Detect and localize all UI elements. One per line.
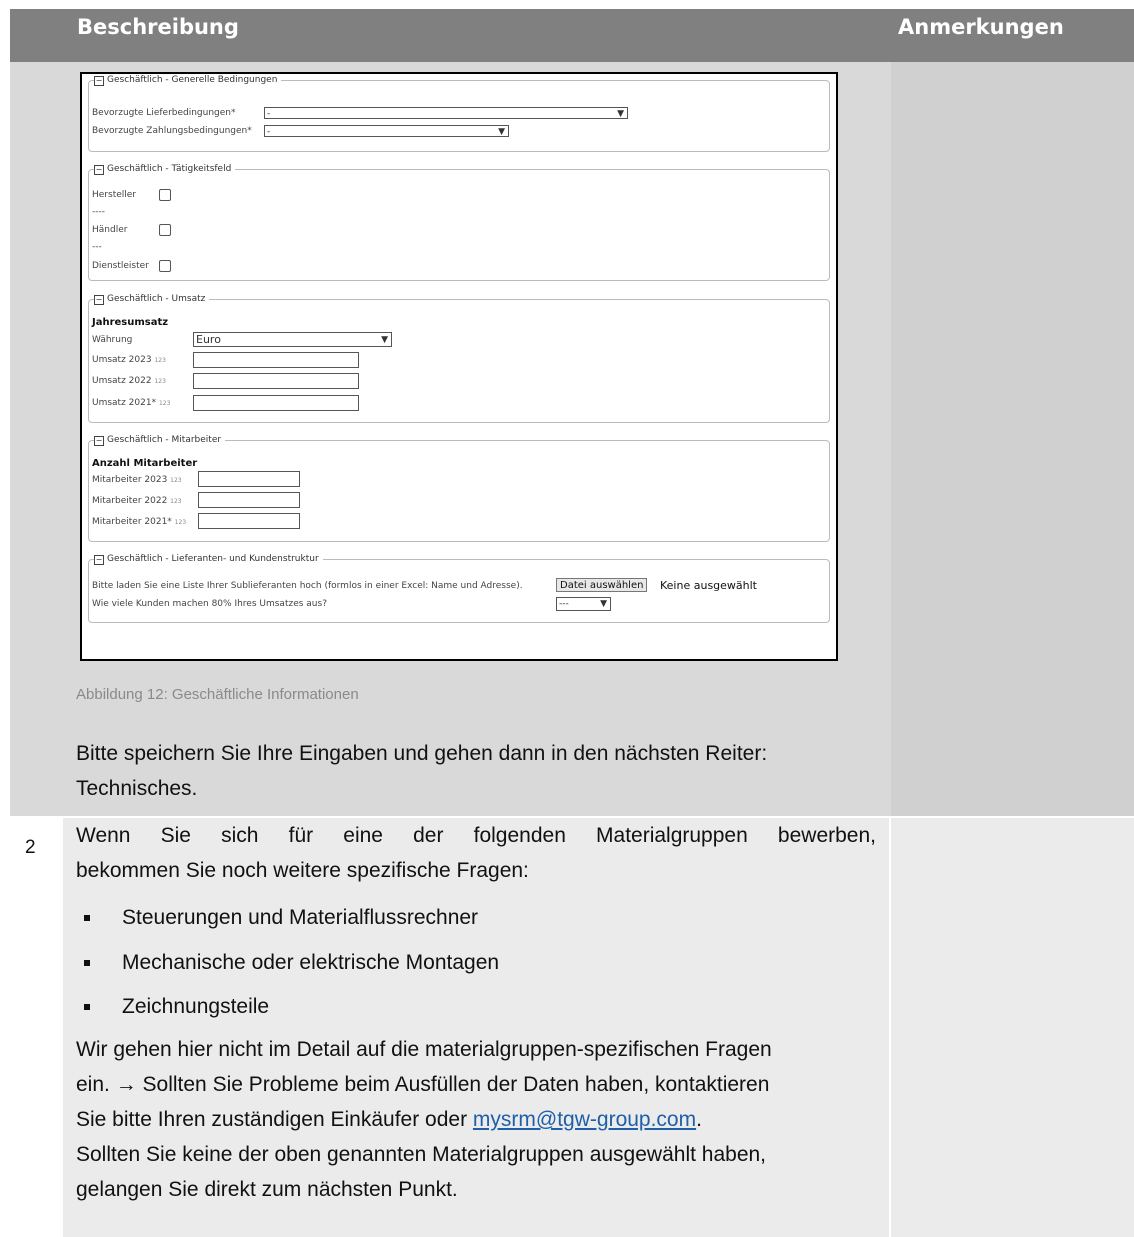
- manufacturer-checkbox[interactable]: [159, 189, 171, 201]
- revenue-2023-input[interactable]: [193, 352, 359, 368]
- service-provider-checkbox[interactable]: [159, 260, 171, 272]
- employees-2023-label: Mitarbeiter 2023 123: [92, 475, 182, 485]
- row2-intro-line-2: bekommen Sie noch weitere spezifische Fr…: [76, 859, 529, 882]
- collapse-icon[interactable]: −: [94, 295, 104, 305]
- separator-text: ----: [92, 207, 105, 217]
- collapse-icon[interactable]: −: [94, 76, 104, 86]
- payment-terms-label: Bevorzugte Zahlungsbedingungen*: [92, 126, 252, 136]
- revenue-2022-label: Umsatz 2022 123: [92, 376, 166, 386]
- row2-paragraph: Wir gehen hier nicht im Detail auf die m…: [76, 1032, 876, 1207]
- section-field-of-activity: [88, 169, 830, 281]
- customers-question: Wie viele Kunden machen 80% Ihres Umsatz…: [92, 599, 327, 609]
- revenue-2023-label: Umsatz 2023 123: [92, 355, 166, 365]
- file-status: Keine ausgewählt: [660, 579, 757, 592]
- list-item: Steuerungen und Materialflussrechner: [84, 906, 478, 930]
- customers-select[interactable]: --- ▼: [556, 597, 611, 611]
- separator-text: ---: [92, 242, 102, 252]
- row1-line-1: Bitte speichern Sie Ihre Eingaben und ge…: [76, 742, 768, 765]
- header-description: Beschreibung: [77, 15, 239, 39]
- row1-paragraph: Bitte speichern Sie Ihre Eingaben und ge…: [76, 736, 876, 806]
- row1-line-2: Technisches.: [76, 777, 198, 800]
- chevron-down-icon: ▼: [498, 127, 505, 137]
- employees-2022-label: Mitarbeiter 2022 123: [92, 496, 182, 506]
- annual-revenue-heading: Jahresumsatz: [92, 317, 169, 328]
- list-item: Zeichnungsteile: [84, 995, 269, 1019]
- row-notes-cell: [891, 62, 1134, 816]
- employees-2021-input[interactable]: [198, 513, 300, 529]
- section-legend: − Geschäftlich - Lieferanten- und Kundens…: [94, 554, 323, 565]
- header-notes: Anmerkungen: [898, 15, 1064, 39]
- section-legend: − Geschäftlich - Mitarbeiter: [94, 435, 226, 446]
- row-notes-cell: [891, 818, 1134, 1237]
- row2-intro-line-1: Wenn Sie sich für eine der folgenden Mat…: [76, 824, 876, 847]
- row-number: 2: [25, 837, 36, 858]
- collapse-icon[interactable]: −: [94, 165, 104, 175]
- service-provider-label: Dienstleister: [92, 261, 149, 271]
- bullet-icon: [84, 1004, 90, 1010]
- collapse-icon[interactable]: −: [94, 436, 104, 446]
- row2-intro: Wenn Sie sich für eine der folgenden Mat…: [76, 818, 876, 888]
- chevron-down-icon: ▼: [381, 335, 388, 345]
- employees-2021-label: Mitarbeiter 2021* 123: [92, 517, 187, 527]
- currency-select[interactable]: Euro ▼: [193, 332, 392, 347]
- row2-p2-line-3: Sie bitte Ihren zuständigen Einkäufer od…: [76, 1108, 702, 1131]
- business-info-screenshot: − Geschäftlich - Generelle Bedingungen Be…: [80, 72, 838, 661]
- delivery-terms-label: Bevorzugte Lieferbedingungen*: [92, 108, 236, 118]
- row2-p3-line-1: Sollten Sie keine der oben genannten Mat…: [76, 1143, 767, 1166]
- delivery-terms-select[interactable]: - ▼: [264, 107, 628, 119]
- section-legend: − Geschäftlich - Generelle Bedingungen: [94, 75, 282, 86]
- section-legend: − Geschäftlich - Umsatz: [94, 294, 210, 305]
- choose-file-button[interactable]: Datei auswählen: [556, 578, 648, 592]
- collapse-icon[interactable]: −: [94, 555, 104, 565]
- chevron-down-icon: ▼: [600, 599, 607, 609]
- revenue-2021-input[interactable]: [193, 395, 359, 411]
- currency-label: Währung: [92, 335, 133, 345]
- row2-p2-line-2: ein. → Sollten Sie Probleme beim Ausfüll…: [76, 1073, 770, 1096]
- employee-count-heading: Anzahl Mitarbeiter: [92, 458, 198, 469]
- payment-terms-select[interactable]: - ▼: [264, 125, 509, 137]
- row2-p3-line-2: gelangen Sie direkt zum nächsten Punkt.: [76, 1178, 458, 1201]
- figure-caption: Abbildung 12: Geschäftliche Informatione…: [76, 686, 359, 703]
- row-number-cell: [10, 818, 61, 1237]
- bullet-icon: [84, 960, 90, 966]
- section-legend: − Geschäftlich - Tätigkeitsfeld: [94, 164, 236, 175]
- employees-2022-input[interactable]: [198, 492, 300, 508]
- revenue-2022-input[interactable]: [193, 373, 359, 389]
- dealer-label: Händler: [92, 225, 128, 235]
- revenue-2021-label: Umsatz 2021* 123: [92, 398, 171, 408]
- row-number-cell: [10, 62, 61, 816]
- upload-instruction: Bitte laden Sie eine Liste Ihrer Sublief…: [92, 581, 523, 591]
- dealer-checkbox[interactable]: [159, 224, 171, 236]
- employees-2023-input[interactable]: [198, 471, 300, 487]
- chevron-down-icon: ▼: [617, 109, 624, 119]
- bullet-icon: [84, 915, 90, 921]
- email-link[interactable]: mysrm@tgw-group.com: [473, 1108, 696, 1131]
- list-item: Mechanische oder elektrische Montagen: [84, 951, 499, 975]
- row2-p2-line-1: Wir gehen hier nicht im Detail auf die m…: [76, 1038, 772, 1061]
- manufacturer-label: Hersteller: [92, 190, 136, 200]
